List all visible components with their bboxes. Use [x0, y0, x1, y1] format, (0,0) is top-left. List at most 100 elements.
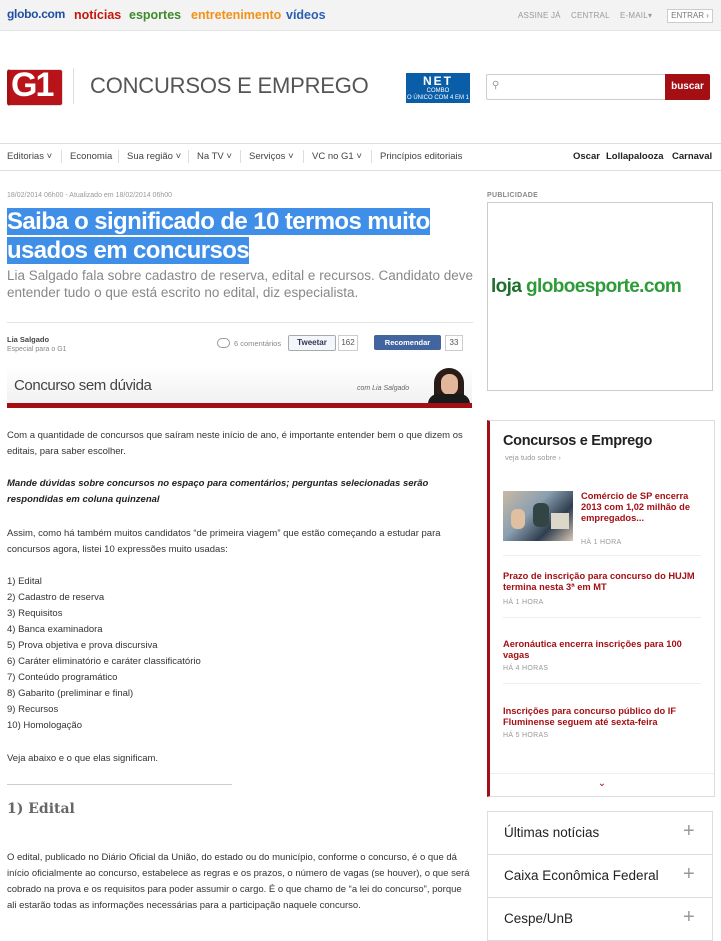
entrar-button[interactable]: ENTRAR › [667, 9, 713, 23]
list-item: 7) Conteúdo programático [7, 672, 118, 683]
list-item: 6) Caráter eliminatório e caráter classi… [7, 656, 201, 667]
email-chevron-icon[interactable]: ▾ [648, 11, 652, 20]
sponsor-name: NET [423, 74, 453, 88]
search-button[interactable]: buscar [665, 74, 710, 100]
menu-vc-no-g1[interactable]: VC no G1 ˅ [312, 151, 362, 162]
tweet-button[interactable]: Tweetar [288, 335, 336, 351]
facebook-recommend-button[interactable]: Recomendar [374, 335, 441, 350]
accordion-ultimas-noticias[interactable]: Últimas notícias + [487, 811, 713, 855]
search-input[interactable] [507, 78, 661, 96]
menu-separator [61, 150, 62, 163]
accordion-caixa[interactable]: Caixa Econômica Federal + [487, 854, 713, 898]
section-menu: Editorias ˅ Economia Sua região ˅ Na TV … [0, 143, 721, 171]
menu-separator [188, 150, 189, 163]
thumbnail-screen [551, 513, 569, 529]
article-title: Saiba o significado de 10 termos muito u… [7, 207, 477, 265]
section-heading-edital: 1) Edital [7, 801, 75, 817]
news-item-title[interactable]: Prazo de inscrição para concurso do HUJM… [503, 571, 703, 593]
email-link[interactable]: E-MAIL [620, 11, 648, 20]
globo-brand-link[interactable]: globo.com [7, 7, 65, 21]
news-item-title[interactable]: Aeronáutica encerra inscrições para 100 … [503, 639, 703, 661]
list-item: 8) Gabarito (preliminar e final) [7, 688, 134, 699]
tweet-count: 162 [338, 335, 358, 351]
article-paragraph-2: Assim, como há também muitos candidatos … [7, 528, 441, 555]
list-item: 5) Prova objetiva e prova discursiva [7, 640, 158, 651]
globo-top-bar: globo.com notícias esportes entretenimen… [0, 0, 721, 31]
plus-icon: + [683, 906, 695, 928]
assine-link[interactable]: ASSINE JÁ [518, 11, 561, 20]
columnist-body [428, 394, 470, 403]
menu-editorias[interactable]: Editorias ˅ [7, 151, 52, 162]
menu-servicos[interactable]: Serviços ˅ [249, 151, 294, 162]
menu-na-tv[interactable]: Na TV ˅ [197, 151, 232, 162]
article-divider [7, 322, 473, 323]
ad-logo: loja globoesporte.com [491, 276, 682, 298]
news-item-title[interactable]: Comércio de SP encerra 2013 com 1,02 mil… [581, 491, 696, 524]
menu-separator [118, 150, 119, 163]
accordion-label: Cespe/UnB [504, 911, 574, 926]
comments-link[interactable]: 6 comentários [217, 338, 281, 348]
related-box-title[interactable]: Concursos e Emprego [503, 433, 652, 449]
news-separator [503, 555, 701, 556]
menu-oscar[interactable]: Oscar [573, 151, 600, 162]
news-separator [503, 683, 701, 684]
search-box: ⚲ [486, 74, 666, 100]
nav-entretenimento[interactable]: entretenimento [191, 8, 281, 22]
menu-separator [371, 150, 372, 163]
section-title[interactable]: CONCURSOS E EMPREGO [90, 73, 369, 99]
menu-sua-regiao[interactable]: Sua região ˅ [127, 151, 181, 162]
related-news-box: Concursos e Emprego veja tudo sobre › Co… [487, 420, 715, 797]
accordion-label: Caixa Econômica Federal [504, 868, 659, 883]
thumbnail-figure [511, 509, 525, 529]
list-item: 1) Edital [7, 576, 42, 587]
article-title-text: Saiba o significado de 10 termos muito u… [7, 208, 430, 264]
g1-logo[interactable]: G1 [7, 66, 63, 106]
menu-separator [240, 150, 241, 163]
sponsor-logo[interactable]: NET COMBO O ÚNICO COM 4 EM 1 [406, 73, 470, 103]
article-paragraph-4: O edital, publicado no Diário Oficial da… [7, 852, 470, 911]
terms-list: 1) Edital 2) Cadastro de reserva 3) Requ… [7, 574, 201, 734]
nav-noticias[interactable]: notícias [74, 8, 121, 22]
news-separator [503, 617, 701, 618]
column-banner: Concurso sem dúvida com Lia Salgado [7, 366, 472, 408]
author-name: Lia Salgado [7, 335, 50, 344]
article-subtitle: Lia Salgado fala sobre cadastro de reser… [7, 268, 474, 300]
nav-esportes[interactable]: esportes [129, 8, 181, 22]
menu-carnaval[interactable]: Carnaval [672, 151, 712, 162]
chevron-down-icon: ⌄ [597, 778, 607, 789]
sponsor-combo: COMBO [426, 88, 450, 94]
accordion-label: Últimas notícias [504, 825, 600, 840]
central-link[interactable]: CENTRAL [571, 11, 610, 20]
author-role: Especial para o G1 [7, 346, 67, 353]
sponsor-tag: O ÚNICO COM 4 EM 1 [406, 95, 469, 101]
menu-economia[interactable]: Economia [70, 151, 112, 162]
article-callout[interactable]: Mande dúvidas sobre concursos no espaço … [7, 476, 472, 508]
menu-principios[interactable]: Princípios editoriais [380, 151, 462, 162]
column-banner-credit: com Lia Salgado [357, 385, 410, 392]
related-box-link[interactable]: veja tudo sobre › [505, 453, 561, 462]
nav-videos[interactable]: vídeos [286, 8, 326, 22]
news-item-time: HÁ 1 HORA [503, 599, 544, 606]
header-divider [73, 68, 74, 104]
article-dateline: 18/02/2014 06h00 - Atualizado em 18/02/2… [7, 192, 173, 199]
ad-banner[interactable]: loja globoesporte.com [487, 202, 713, 391]
section-divider [7, 784, 232, 785]
accordion-cespe[interactable]: Cespe/UnB + [487, 897, 713, 941]
article-paragraph-3: Veja abaixo e o que elas significam. [7, 753, 159, 764]
comment-icon [217, 338, 230, 348]
ad-loja-text: loja [491, 276, 522, 297]
comments-count: 6 comentários [234, 339, 282, 348]
plus-icon: + [683, 863, 695, 885]
show-more-button[interactable]: ⌄ [490, 773, 714, 796]
menu-lollapalooza[interactable]: Lollapalooza [606, 151, 664, 162]
search-icon: ⚲ [492, 80, 500, 91]
thumbnail-figure [533, 503, 549, 527]
news-item-title[interactable]: Inscrições para concurso público do IF F… [503, 706, 703, 728]
facebook-count: 33 [445, 335, 463, 351]
list-item: 3) Requisitos [7, 608, 63, 619]
news-thumbnail[interactable] [503, 491, 573, 541]
ad-label: PUBLICIDADE [487, 192, 539, 199]
plus-icon: + [683, 820, 695, 842]
menu-separator [303, 150, 304, 163]
ad-brand-text: globoesporte.com [526, 276, 682, 297]
